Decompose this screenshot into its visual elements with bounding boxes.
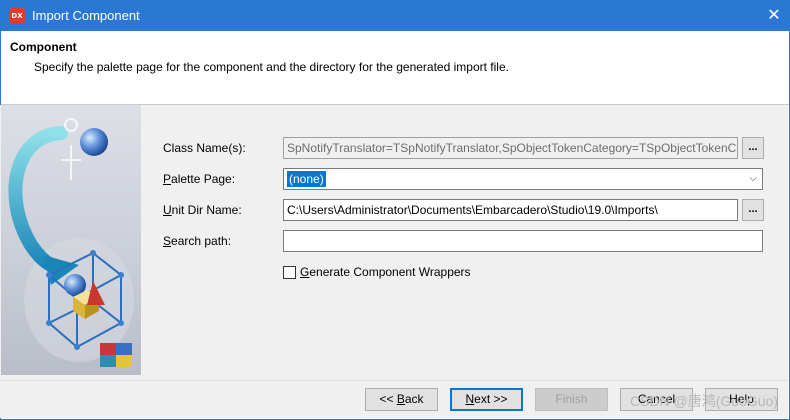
- component-cube-illustration: [8, 118, 134, 367]
- palette-page-label: Palette Page:: [163, 172, 236, 186]
- unit-dir-browse-button[interactable]: ...: [742, 199, 764, 221]
- csdn-watermark: CSDN @唐鸿(GuoGuo): [629, 393, 778, 409]
- chevron-down-icon[interactable]: ⌵: [749, 169, 757, 189]
- search-path-field[interactable]: [283, 230, 763, 252]
- class-names-field[interactable]: SpNotifyTranslator=TSpNotifyTranslator,S…: [283, 137, 738, 159]
- unit-dir-label: Unit Dir Name:: [163, 203, 242, 217]
- generate-wrappers-checkbox[interactable]: [283, 266, 296, 279]
- title-bar[interactable]: DX Import Component ✕: [1, 1, 789, 31]
- generate-wrappers-label[interactable]: Generate Component Wrappers: [300, 265, 471, 279]
- page-title: Component: [10, 40, 77, 54]
- wizard-footer: << Back Next >> Finish Cancel Help CSDN …: [0, 380, 788, 418]
- wizard-header: Component Specify the palette page for t…: [1, 31, 789, 105]
- app-logo-icon: DX: [9, 8, 25, 24]
- class-names-label: Class Name(s):: [163, 141, 246, 155]
- search-path-label: Search path:: [163, 234, 232, 248]
- class-names-browse-button[interactable]: ...: [742, 137, 764, 159]
- wizard-illustration: [1, 105, 141, 375]
- back-button[interactable]: << Back: [365, 388, 438, 411]
- unit-dir-field[interactable]: C:\Users\Administrator\Documents\Embarca…: [283, 199, 738, 221]
- page-description: Specify the palette page for the compone…: [34, 60, 509, 74]
- palette-page-selected-value: (none): [287, 171, 326, 187]
- close-button[interactable]: ✕: [759, 1, 789, 31]
- next-button[interactable]: Next >>: [450, 388, 523, 411]
- finish-button[interactable]: Finish: [535, 388, 608, 411]
- palette-page-dropdown[interactable]: (none) ⌵: [283, 168, 763, 190]
- window-title: Import Component: [32, 8, 140, 23]
